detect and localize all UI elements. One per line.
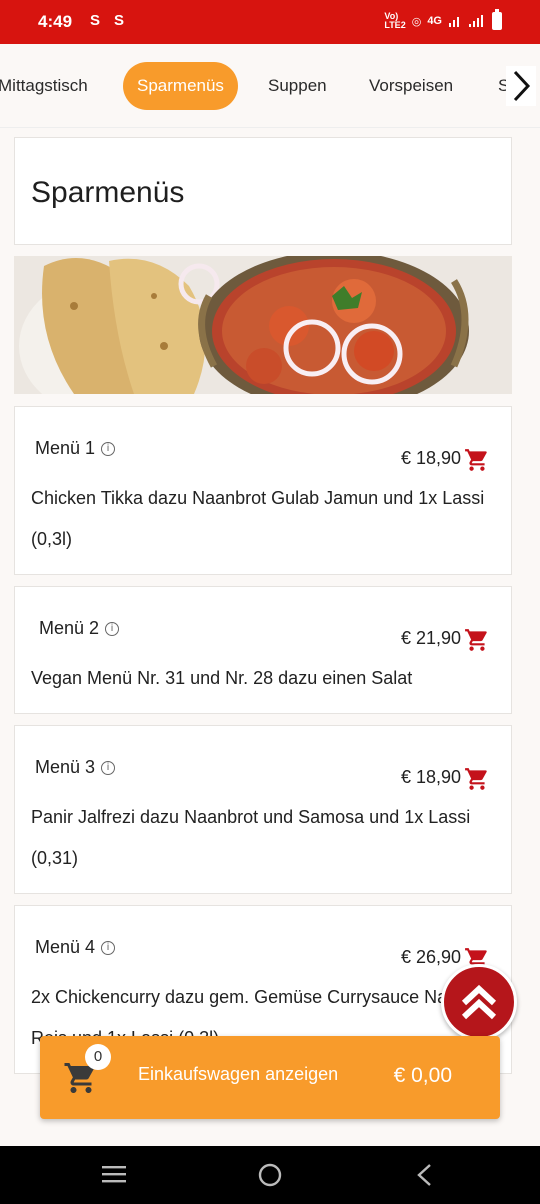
system-nav-bar bbox=[0, 1146, 540, 1204]
volte-icon: Vo) LTE2 bbox=[384, 11, 406, 30]
tab-suppen[interactable]: Suppen bbox=[268, 62, 327, 110]
menu-item-title: Menü 4i bbox=[35, 937, 116, 958]
tab-sparmenues[interactable]: Sparmenüs bbox=[123, 62, 238, 110]
menu-item-price: € 18,90 bbox=[400, 448, 461, 468]
view-cart-button[interactable]: 0 Einkaufswagen anzeigen € 0,00 bbox=[40, 1036, 500, 1119]
notification-icon: S bbox=[114, 12, 125, 29]
menu-item[interactable]: Menü 3i € 18,90 Panir Jalfrezi dazu Naan… bbox=[14, 725, 512, 894]
section-header: Sparmenüs bbox=[14, 137, 512, 245]
tab-mittagstisch[interactable]: Mittagstisch bbox=[0, 62, 88, 110]
menu-item-price: € 21,90 bbox=[400, 628, 461, 648]
home-icon[interactable] bbox=[257, 1162, 283, 1188]
menu-item[interactable]: Menü 1i € 18,90 Chicken Tikka dazu Naanb… bbox=[14, 406, 512, 575]
category-tabs: Mittagstisch Sparmenüs Suppen Vorspeisen… bbox=[0, 44, 540, 128]
notification-icon: S bbox=[90, 12, 101, 29]
tab-vorspeisen[interactable]: Vorspeisen bbox=[369, 62, 453, 110]
info-icon[interactable]: i bbox=[101, 941, 116, 956]
add-to-cart-icon[interactable] bbox=[463, 766, 491, 792]
chevron-right-icon[interactable] bbox=[506, 66, 536, 106]
hotspot-icon: ◎ bbox=[411, 15, 422, 28]
scroll-to-top-button[interactable] bbox=[441, 964, 517, 1040]
info-icon[interactable]: i bbox=[101, 442, 116, 457]
menu-item-description: Chicken Tikka dazu Naanbrot Gulab Jamun … bbox=[31, 488, 485, 549]
battery-icon bbox=[492, 9, 502, 30]
double-chevron-up-icon bbox=[461, 984, 497, 1020]
signal-icon bbox=[449, 17, 459, 27]
menu-item[interactable]: Menü 2i € 21,90 Vegan Menü Nr. 31 und Nr… bbox=[14, 586, 512, 714]
menu-item-description: Vegan Menü Nr. 31 und Nr. 28 dazu einen … bbox=[31, 668, 413, 688]
network-type: 4G bbox=[427, 15, 442, 27]
view-cart-label: Einkaufswagen anzeigen bbox=[138, 1064, 339, 1084]
signal-icon bbox=[469, 15, 483, 27]
menu-item-price: € 18,90 bbox=[400, 767, 461, 787]
back-icon[interactable] bbox=[414, 1162, 434, 1188]
info-icon[interactable]: i bbox=[101, 761, 116, 776]
category-banner-image bbox=[14, 256, 512, 394]
menu-item-title: Menü 3i bbox=[35, 757, 116, 778]
menu-item-description: Panir Jalfrezi dazu Naanbrot und Samosa … bbox=[31, 807, 471, 868]
status-time: 4:49 bbox=[38, 12, 73, 31]
info-icon[interactable]: i bbox=[105, 622, 120, 637]
status-bar: 4:49 S S Vo) LTE2 ◎ 4G bbox=[0, 0, 540, 44]
recent-apps-icon[interactable] bbox=[101, 1162, 127, 1186]
add-to-cart-icon[interactable] bbox=[463, 627, 491, 653]
menu-item-price: € 26,90 bbox=[400, 947, 461, 967]
menu-item-title: Menü 2i bbox=[39, 618, 120, 639]
cart-total: € 0,00 bbox=[393, 1064, 452, 1087]
add-to-cart-icon[interactable] bbox=[463, 447, 491, 473]
menu-item-title: Menü 1i bbox=[35, 438, 116, 459]
status-icons: Vo) LTE2 ◎ 4G bbox=[384, 9, 502, 30]
section-title: Sparmenüs bbox=[31, 176, 185, 209]
cart-count-badge: 0 bbox=[85, 1044, 111, 1070]
